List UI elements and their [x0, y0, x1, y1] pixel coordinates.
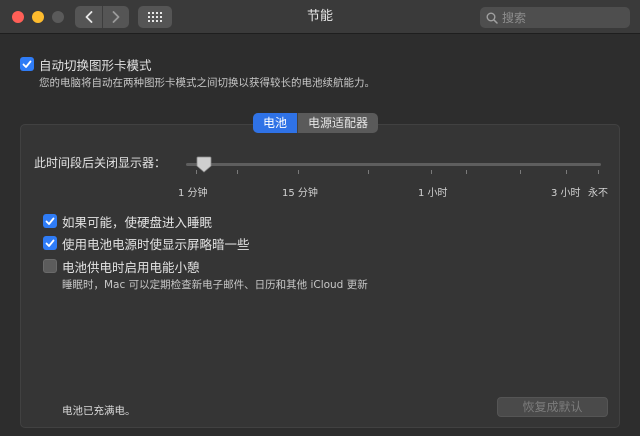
- tick-label-3hours: 3 小时: [551, 188, 581, 199]
- auto-switch-graphics-checkbox[interactable]: [20, 57, 34, 71]
- slider-tick: [237, 170, 238, 174]
- dim-display-label: 使用电池电源时使显示屏略暗一些: [62, 237, 250, 252]
- display-sleep-slider-track[interactable]: [186, 163, 601, 166]
- display-sleep-label: 此时间段后关闭显示器：: [34, 156, 167, 170]
- search-field[interactable]: [480, 7, 630, 28]
- slider-tick: [566, 170, 567, 174]
- slider-tick: [298, 170, 299, 174]
- restore-defaults-button[interactable]: 恢复成默认: [497, 397, 608, 417]
- checkmark-icon: [22, 60, 32, 68]
- search-icon: [486, 12, 498, 24]
- dim-display-checkbox[interactable]: [43, 236, 57, 250]
- tick-label-never: 永不: [588, 188, 608, 199]
- tab-power-adapter[interactable]: 电源适配器: [297, 113, 378, 133]
- display-sleep-slider-thumb[interactable]: [196, 156, 212, 173]
- navigation-buttons: [75, 6, 129, 28]
- close-window-button[interactable]: [12, 11, 24, 23]
- auto-switch-graphics-label: 自动切换图形卡模式: [39, 58, 152, 73]
- slider-tick: [598, 170, 599, 174]
- slider-tick: [466, 170, 467, 174]
- disk-sleep-label: 如果可能，使硬盘进入睡眠: [62, 215, 213, 230]
- power-nap-description: 睡眠时，Mac 可以定期检查新电子邮件、日历和其他 iCloud 更新: [62, 279, 368, 291]
- power-nap-label: 电池供电时启用电能小憩: [62, 260, 200, 275]
- checkmark-icon: [45, 217, 55, 225]
- power-source-tabs: 电池 电源适配器: [253, 113, 379, 133]
- disk-sleep-checkbox[interactable]: [43, 214, 57, 228]
- show-all-button[interactable]: [138, 6, 172, 28]
- forward-button[interactable]: [102, 6, 129, 28]
- back-button[interactable]: [75, 6, 102, 28]
- tick-label-1hour: 1 小时: [418, 188, 448, 199]
- tick-label-1min: 1 分钟: [178, 188, 208, 199]
- slider-tick: [431, 170, 432, 174]
- minimize-window-button[interactable]: [32, 11, 44, 23]
- slider-tick: [368, 170, 369, 174]
- chevron-right-icon: [112, 11, 120, 23]
- search-input[interactable]: [502, 10, 612, 25]
- checkmark-icon: [45, 239, 55, 247]
- tab-battery[interactable]: 电池: [253, 113, 298, 133]
- grid-icon: [148, 12, 162, 22]
- auto-switch-graphics-description: 您的电脑将自动在两种图形卡模式之间切换以获得较长的电池续航能力。: [39, 77, 375, 89]
- chevron-left-icon: [85, 11, 92, 23]
- tick-label-15min: 15 分钟: [282, 188, 318, 199]
- power-nap-checkbox[interactable]: [43, 259, 57, 273]
- battery-status-text: 电池已充满电。: [62, 405, 136, 417]
- title-bar: 节能: [0, 0, 640, 34]
- zoom-window-button[interactable]: [52, 11, 64, 23]
- slider-tick: [520, 170, 521, 174]
